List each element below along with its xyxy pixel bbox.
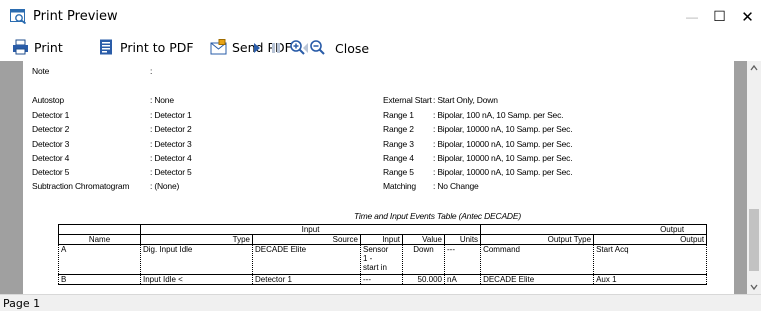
row-source-cell: DECADE Elite	[252, 244, 361, 275]
scroll-down-icon[interactable]	[747, 280, 761, 294]
range-label: Range 2	[383, 124, 414, 134]
table-header-cell	[58, 224, 141, 235]
external-start-label: External Start	[383, 95, 432, 105]
autostop-value: : None	[150, 95, 174, 105]
title-bar: Print Preview — ☐ ✕	[0, 0, 761, 33]
subtraction-label: Subtraction Chromatogram	[32, 181, 130, 191]
row-value-cell: Down	[402, 244, 445, 275]
scroll-up-icon[interactable]	[747, 61, 761, 75]
row-units-cell: nA	[443, 274, 482, 285]
row-name-cell: B	[58, 274, 141, 285]
zoom-in-icon[interactable]	[289, 39, 305, 55]
output-group-header: Output	[480, 224, 708, 235]
detector-label: Detector 4	[32, 153, 70, 163]
range-label: Range 5	[383, 167, 414, 177]
close-window-button[interactable]: ✕	[734, 0, 761, 33]
events-table: Input Output Name Type Source Input Valu…	[58, 224, 708, 285]
note-value: :	[150, 66, 153, 76]
table-group-header-row: Input Output	[58, 224, 708, 235]
row-output-cell: Start Acq	[593, 244, 708, 275]
input-group-header: Input	[139, 224, 482, 235]
range-label: Range 1	[383, 110, 414, 120]
page-indicator: Page 1	[3, 297, 41, 310]
maximize-button[interactable]: ☐	[706, 0, 733, 33]
scrollbar-thumb[interactable]	[749, 209, 759, 271]
print-preview-window: Print Preview — ☐ ✕ Print Print to PDF S…	[0, 0, 761, 311]
send-mail-icon	[210, 39, 227, 55]
name-column-header: Name	[58, 234, 141, 245]
table-row: A Dig. Input Idle DECADE Elite Sensor 1 -…	[58, 244, 708, 275]
detector-label: Detector 2	[32, 124, 70, 134]
row-units-cell: ---	[443, 244, 482, 275]
detector-value: : Detector 1	[150, 110, 192, 120]
output-type-column-header: Output Type	[480, 234, 595, 245]
row-input-cell: ---	[360, 274, 403, 285]
units-column-header: Units	[443, 234, 482, 245]
window-title: Print Preview	[33, 9, 118, 24]
output-column-header: Output	[593, 234, 708, 245]
print-to-pdf-label: Print to PDF	[120, 39, 194, 55]
input-line: 1 -	[363, 254, 373, 263]
detector-label: Detector 1	[32, 110, 70, 120]
detector-label: Detector 3	[32, 139, 70, 149]
range-label: Range 3	[383, 139, 414, 149]
input-line: start in	[363, 263, 388, 272]
toolbar: Print Print to PDF Send PDF Close	[0, 33, 761, 61]
subtraction-value: : (None)	[150, 181, 180, 191]
table-header-row: Name Type Source Input Value Units Outpu…	[58, 234, 708, 245]
detector-value: : Detector 3	[150, 139, 192, 149]
pdf-document-icon	[100, 39, 112, 55]
next-page-icon[interactable]	[252, 41, 262, 55]
close-icon: ✕	[741, 8, 754, 26]
close-preview-button[interactable]: Close	[335, 41, 369, 56]
type-column-header: Type	[140, 234, 253, 245]
range-value: : Bipolar, 10000 nA, 10 Samp. per Sec.	[433, 167, 573, 177]
print-label: Print	[34, 39, 63, 55]
row-input-cell: Sensor 1 - start in	[360, 244, 403, 275]
zoom-out-icon[interactable]	[309, 39, 325, 55]
detector-value: : Detector 2	[150, 124, 192, 134]
matching-label: Matching	[383, 181, 416, 191]
input-column-header: Input	[360, 234, 403, 245]
range-label: Range 4	[383, 153, 414, 163]
maximize-icon: ☐	[713, 8, 726, 24]
detector-value: : Detector 5	[150, 167, 192, 177]
events-table-title: Time and Input Events Table (Antec DECAD…	[354, 211, 521, 221]
row-value-cell: 50.000	[402, 274, 445, 285]
detector-label: Detector 5	[32, 167, 70, 177]
report-page: Note : Autostop : None Detector 1 : Dete…	[23, 61, 734, 294]
input-line: Sensor	[363, 245, 389, 255]
status-bar: Page 1	[0, 294, 761, 311]
external-start-value: : Start Only, Down	[433, 95, 498, 105]
row-name-cell: A	[58, 244, 141, 275]
range-value: : Bipolar, 100 nA, 10 Samp. per Sec.	[433, 110, 564, 120]
row-output-type-cell: Command	[480, 244, 595, 275]
table-row: B Input Idle < Detector 1 --- 50.000 nA …	[58, 274, 708, 285]
range-value: : Bipolar, 10000 nA, 10 Samp. per Sec.	[433, 139, 573, 149]
row-type-cell: Dig. Input Idle	[140, 244, 253, 275]
row-output-type-cell: DECADE Elite	[480, 274, 595, 285]
value-column-header: Value	[402, 234, 445, 245]
last-page-icon[interactable]	[271, 41, 283, 55]
range-value: : Bipolar, 10000 nA, 10 Samp. per Sec.	[433, 124, 573, 134]
matching-value: : No Change	[433, 181, 479, 191]
range-value: : Bipolar, 10000 nA, 10 Samp. per Sec.	[433, 153, 573, 163]
row-source-cell: Detector 1	[252, 274, 361, 285]
autostop-label: Autostop	[32, 95, 64, 105]
print-preview-app-icon	[10, 9, 27, 24]
printer-icon	[13, 39, 28, 55]
minimize-icon: —	[686, 9, 698, 24]
detector-value: : Detector 4	[150, 153, 192, 163]
print-to-pdf-button[interactable]: Print to PDF	[98, 37, 194, 57]
row-output-cell: Aux 1	[593, 274, 708, 285]
source-column-header: Source	[252, 234, 361, 245]
vertical-scrollbar[interactable]	[747, 61, 761, 294]
print-button[interactable]: Print	[12, 37, 63, 57]
note-label: Note	[32, 66, 50, 76]
row-type-cell: Input Idle <	[140, 274, 253, 285]
